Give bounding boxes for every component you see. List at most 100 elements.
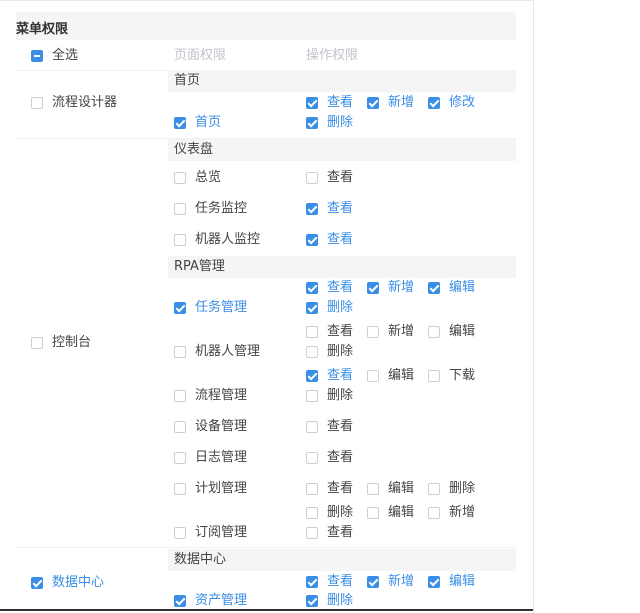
op-checkbox-view[interactable] (306, 370, 318, 382)
op-label-add[interactable]: 新增 (388, 574, 414, 590)
page-label-home[interactable]: 首页 (195, 115, 221, 131)
page-checkbox-flow-manage[interactable] (174, 390, 186, 402)
page-label-subscribe-manage[interactable]: 订阅管理 (195, 525, 247, 541)
op-checkbox-view[interactable] (306, 421, 318, 433)
op-label-view[interactable]: 查看 (327, 232, 353, 248)
op-checkbox-delete[interactable] (306, 117, 318, 129)
op-checkbox-view[interactable] (306, 97, 318, 109)
page-label-robot-manage[interactable]: 机器人管理 (195, 344, 260, 360)
page-label-flow-manage[interactable]: 流程管理 (195, 388, 247, 404)
page-title: 菜单权限 (16, 22, 69, 37)
op-checkbox-view[interactable] (306, 172, 318, 184)
page-checkbox-subscribe-manage[interactable] (174, 527, 186, 539)
op-checkbox-add[interactable] (367, 282, 379, 294)
page-label-asset-manage[interactable]: 资产管理 (195, 593, 247, 609)
op-checkbox-delete[interactable] (306, 302, 318, 314)
page-checkbox-log-manage[interactable] (174, 452, 186, 464)
op-checkbox-view[interactable] (306, 576, 318, 588)
op-checkbox-delete[interactable] (306, 507, 318, 519)
op-checkbox-edit[interactable] (428, 97, 440, 109)
module-label-console[interactable]: 控制台 (52, 335, 91, 351)
module-checkbox-console[interactable] (31, 337, 43, 349)
page-label-plan-manage[interactable]: 计划管理 (195, 481, 247, 497)
menu-permission-panel: 菜单权限 全选 页面权限 操作权限 首页 流程设计器 查看 新增 修改 首页 删… (0, 0, 534, 613)
op-checkbox-edit[interactable] (428, 576, 440, 588)
op-label-add[interactable]: 新增 (449, 505, 475, 521)
select-all-label[interactable]: 全选 (52, 48, 78, 64)
op-label-view[interactable]: 查看 (327, 368, 353, 384)
module-checkbox-data-center[interactable] (31, 577, 43, 589)
op-checkbox-delete[interactable] (428, 483, 440, 495)
op-label-add[interactable]: 新增 (388, 324, 414, 340)
op-label-edit[interactable]: 编辑 (449, 324, 475, 340)
page-label-robot-monitor[interactable]: 机器人监控 (195, 232, 260, 248)
page-checkbox-home[interactable] (174, 117, 186, 129)
op-label-add[interactable]: 新增 (388, 95, 414, 111)
section-bar-dashboard (168, 139, 516, 161)
page-label-overview[interactable]: 总览 (195, 170, 221, 186)
op-checkbox-delete[interactable] (306, 595, 318, 607)
op-checkbox-edit[interactable] (367, 507, 379, 519)
op-label-delete[interactable]: 删除 (327, 344, 353, 360)
op-label-edit[interactable]: 编辑 (388, 368, 414, 384)
page-checkbox-asset-manage[interactable] (174, 595, 186, 607)
op-label-delete[interactable]: 删除 (327, 388, 353, 404)
op-label-view[interactable]: 查看 (327, 450, 353, 466)
op-label-add[interactable]: 新增 (388, 280, 414, 296)
module-label-data-center[interactable]: 数据中心 (52, 575, 104, 591)
op-checkbox-edit[interactable] (367, 370, 379, 382)
page-checkbox-task-monitor[interactable] (174, 203, 186, 215)
op-checkbox-add[interactable] (367, 576, 379, 588)
page-checkbox-robot-monitor[interactable] (174, 234, 186, 246)
page-checkbox-robot-manage[interactable] (174, 346, 186, 358)
op-checkbox-view[interactable] (306, 527, 318, 539)
op-label-delete[interactable]: 删除 (327, 300, 353, 316)
op-label-edit[interactable]: 编辑 (449, 280, 475, 296)
page-label-log-manage[interactable]: 日志管理 (195, 450, 247, 466)
op-checkbox-view[interactable] (306, 282, 318, 294)
op-label-edit[interactable]: 编辑 (449, 574, 475, 590)
op-checkbox-edit[interactable] (367, 483, 379, 495)
page-checkbox-overview[interactable] (174, 172, 186, 184)
op-checkbox-download[interactable] (428, 370, 440, 382)
op-label-delete[interactable]: 删除 (327, 593, 353, 609)
op-label-view[interactable]: 查看 (327, 419, 353, 435)
op-label-view[interactable]: 查看 (327, 574, 353, 590)
op-label-view[interactable]: 查看 (327, 170, 353, 186)
op-checkbox-view[interactable] (306, 326, 318, 338)
op-label-view[interactable]: 查看 (327, 525, 353, 541)
op-label-view[interactable]: 查看 (327, 95, 353, 111)
op-checkbox-delete[interactable] (306, 390, 318, 402)
module-checkbox-designer[interactable] (31, 97, 43, 109)
op-label-delete[interactable]: 删除 (327, 505, 353, 521)
page-label-device-manage[interactable]: 设备管理 (195, 419, 247, 435)
select-all-checkbox[interactable] (31, 50, 43, 62)
op-label-edit[interactable]: 编辑 (388, 505, 414, 521)
page-checkbox-plan-manage[interactable] (174, 483, 186, 495)
op-checkbox-view[interactable] (306, 203, 318, 215)
module-label-designer[interactable]: 流程设计器 (52, 95, 117, 111)
page-checkbox-device-manage[interactable] (174, 421, 186, 433)
op-label-delete[interactable]: 删除 (327, 115, 353, 131)
op-label-view[interactable]: 查看 (327, 324, 353, 340)
op-label-edit[interactable]: 编辑 (388, 481, 414, 497)
op-label-delete[interactable]: 删除 (449, 481, 475, 497)
op-label-view[interactable]: 查看 (327, 481, 353, 497)
page-label-task-monitor[interactable]: 任务监控 (195, 201, 247, 217)
op-checkbox-edit[interactable] (428, 326, 440, 338)
op-checkbox-view[interactable] (306, 452, 318, 464)
op-label-view[interactable]: 查看 (327, 201, 353, 217)
page-label-task-manage[interactable]: 任务管理 (195, 300, 247, 316)
op-checkbox-add[interactable] (428, 507, 440, 519)
op-checkbox-add[interactable] (367, 97, 379, 109)
page-checkbox-task-manage[interactable] (174, 302, 186, 314)
op-checkbox-add[interactable] (367, 326, 379, 338)
op-checkbox-delete[interactable] (306, 346, 318, 358)
op-label-edit[interactable]: 修改 (449, 95, 475, 111)
op-label-download[interactable]: 下载 (449, 368, 475, 384)
section-title-data-center: 数据中心 (174, 552, 227, 567)
op-checkbox-view[interactable] (306, 483, 318, 495)
op-checkbox-view[interactable] (306, 234, 318, 246)
op-label-view[interactable]: 查看 (327, 280, 353, 296)
op-checkbox-edit[interactable] (428, 282, 440, 294)
